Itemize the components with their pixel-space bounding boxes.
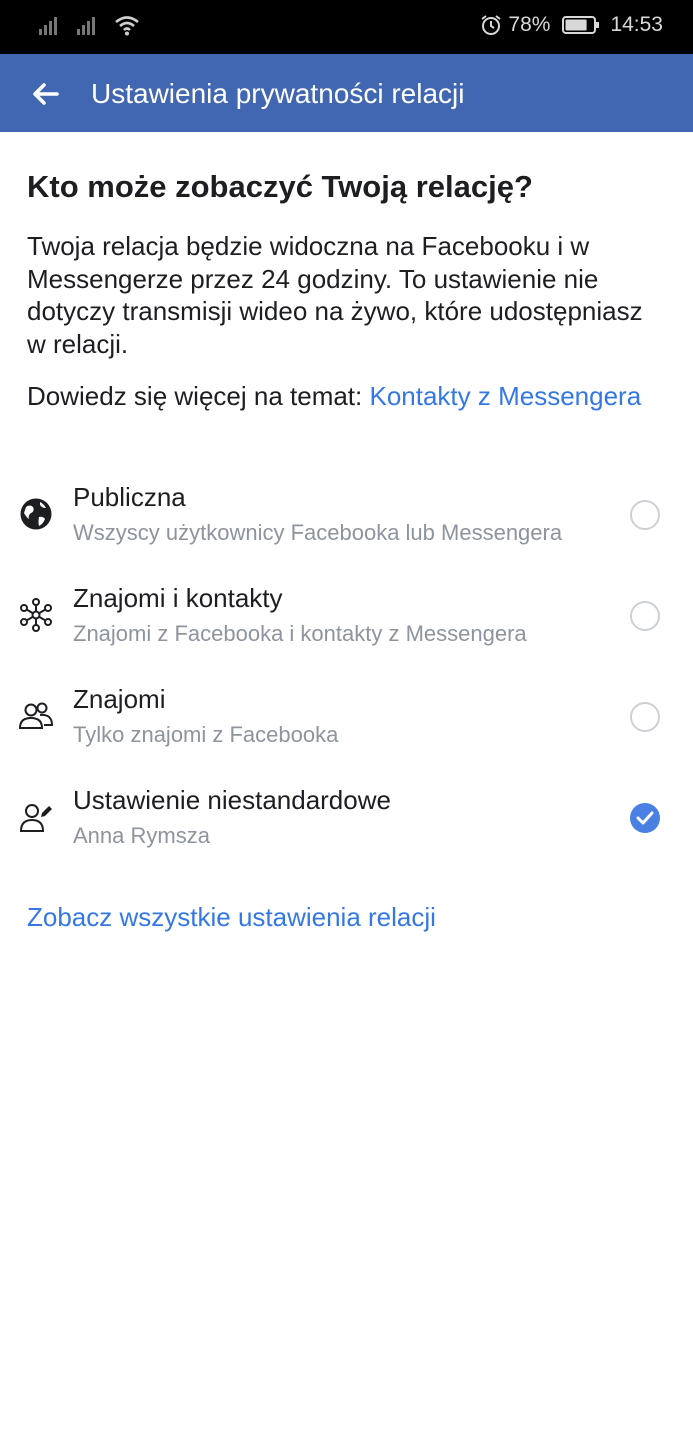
option-title: Ustawienie niestandardowe [73, 785, 391, 815]
radio-button[interactable] [630, 500, 660, 530]
battery-percent: 78% [508, 13, 551, 36]
option-subtitle: Wszyscy użytkownicy Facebooka lub Messen… [73, 520, 563, 545]
battery-icon [562, 16, 600, 34]
option-title: Znajomi [73, 684, 166, 714]
signal-icon [77, 17, 95, 35]
radio-button[interactable] [630, 601, 660, 631]
option-title: Publiczna [73, 482, 186, 512]
back-button[interactable] [22, 72, 68, 116]
option-subtitle: Tylko znajomi z Facebooka [73, 722, 339, 747]
option-friends-and-contacts[interactable]: Znajomi i kontakty Znajomi z Facebooka i… [0, 571, 693, 671]
radio-button[interactable] [630, 702, 660, 732]
option-title: Znajomi i kontakty [73, 583, 283, 613]
checkmark-icon [636, 811, 654, 825]
globe-icon [20, 498, 52, 530]
signal-icon [39, 17, 57, 35]
option-public[interactable]: Publiczna Wszyscy użytkownicy Facebooka … [0, 470, 693, 570]
alarm-icon [481, 15, 502, 35]
option-friends[interactable]: Znajomi Tylko znajomi z Facebooka [0, 672, 693, 772]
option-subtitle: Anna Rymsza [73, 823, 210, 848]
learn-more-prefix: Dowiedz się więcej na temat: [27, 381, 370, 411]
see-all-story-settings-link[interactable]: Zobacz wszystkie ustawienia relacji [27, 902, 436, 933]
wifi-icon [115, 16, 139, 36]
learn-more-text: Dowiedz się więcej na temat: Kontakty z … [27, 380, 667, 413]
section-heading: Kto może zobaczyć Twoją relację? [27, 169, 533, 204]
page-title: Ustawienia prywatności relacji [91, 78, 465, 109]
network-icon [20, 598, 52, 632]
messenger-contacts-link[interactable]: Kontakty z Messengera [369, 381, 641, 411]
radio-button-selected[interactable] [630, 803, 660, 833]
custom-person-icon [19, 804, 52, 832]
friends-icon [18, 702, 54, 729]
status-bar: 78% 14:53 [0, 0, 693, 54]
description-text: Twoja relacja będzie widoczna na Faceboo… [27, 231, 643, 359]
app-bar: Ustawienia prywatności relacji [0, 54, 693, 132]
back-arrow-icon [33, 83, 59, 105]
option-custom[interactable]: Ustawienie niestandardowe Anna Rymsza [0, 773, 693, 873]
clock: 14:53 [610, 13, 663, 36]
option-subtitle: Znajomi z Facebooka i kontakty z Messeng… [73, 621, 527, 646]
